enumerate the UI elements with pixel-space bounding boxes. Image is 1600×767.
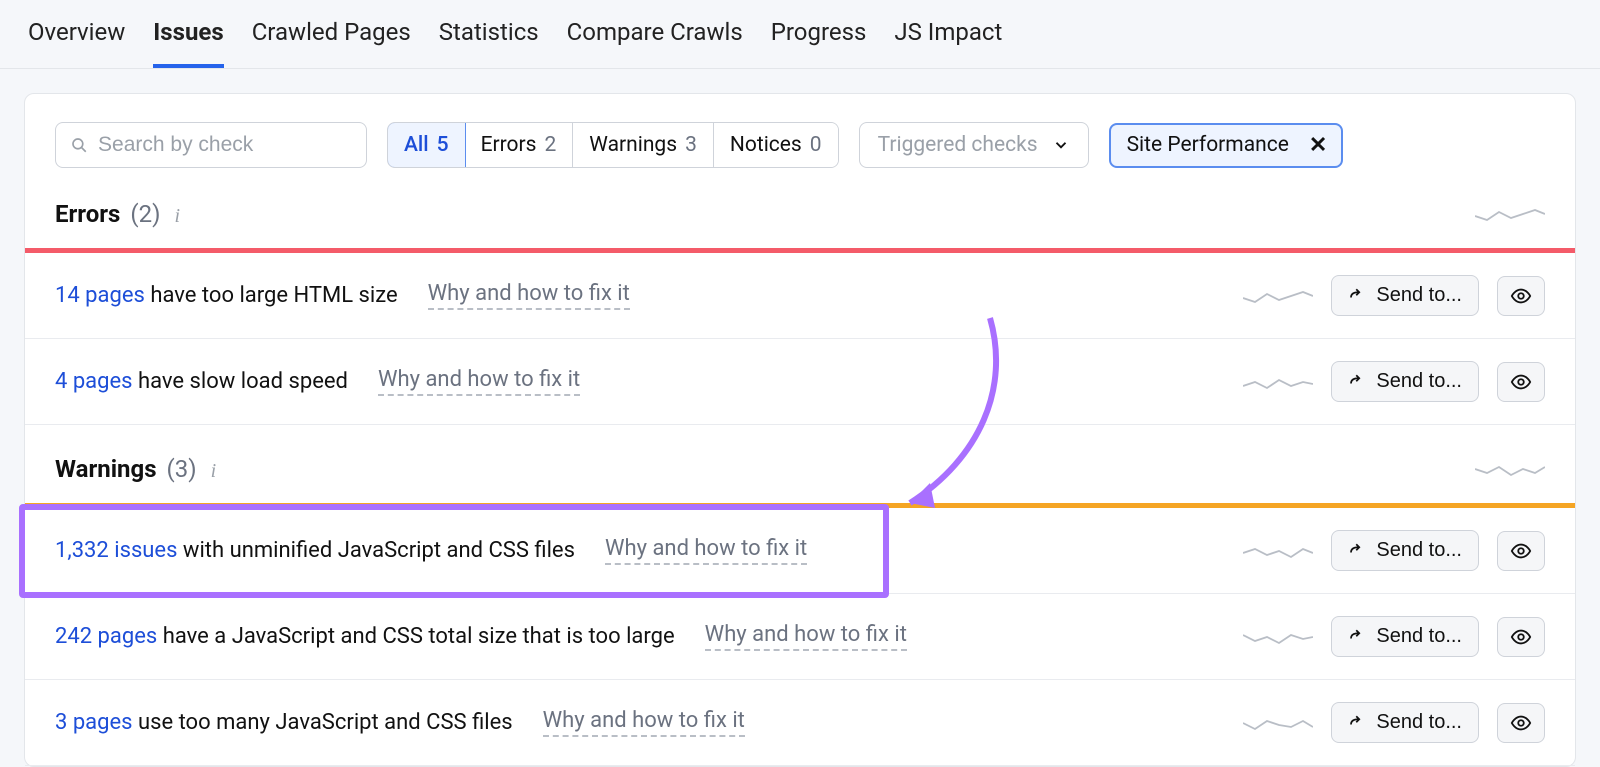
filter-notices[interactable]: Notices 0 [714, 123, 838, 167]
search-input[interactable] [98, 133, 352, 157]
errors-section-header: Errors (2) i [25, 192, 1575, 248]
view-button[interactable] [1497, 703, 1545, 743]
issue-text: 242 pages have a JavaScript and CSS tota… [55, 624, 675, 649]
sparkline-icon [1243, 286, 1313, 306]
filter-chip-site-performance: Site Performance ✕ [1109, 123, 1344, 168]
sparkline-icon [1243, 372, 1313, 392]
error-row: 14 pages have too large HTML size Why an… [25, 253, 1575, 339]
info-icon[interactable]: i [170, 205, 180, 228]
sparkline-icon [1243, 713, 1313, 733]
button-label: Send to... [1376, 370, 1462, 393]
button-label: Send to... [1376, 539, 1462, 562]
filter-count: 2 [544, 133, 556, 157]
send-to-button[interactable]: Send to... [1331, 530, 1479, 571]
eye-icon [1510, 285, 1532, 307]
tab-compare-crawls[interactable]: Compare Crawls [567, 18, 743, 68]
chip-label: Site Performance [1127, 133, 1289, 157]
info-icon[interactable]: i [207, 460, 217, 483]
issue-text: 1,332 issues with unminified JavaScript … [55, 538, 575, 563]
share-arrow-icon [1348, 287, 1366, 305]
issue-link[interactable]: 242 pages [55, 624, 157, 649]
fix-link[interactable]: Why and how to fix it [543, 708, 745, 737]
fix-link[interactable]: Why and how to fix it [605, 536, 807, 565]
chevron-down-icon [1052, 136, 1070, 154]
section-count: (3) [167, 455, 197, 483]
share-arrow-icon [1348, 542, 1366, 560]
send-to-button[interactable]: Send to... [1331, 702, 1479, 743]
sparkline-icon [1475, 459, 1545, 479]
button-label: Send to... [1376, 711, 1462, 734]
filter-segment: All 5 Errors 2 Warnings 3 Notices 0 [387, 122, 839, 168]
send-to-button[interactable]: Send to... [1331, 275, 1479, 316]
search-icon [70, 135, 88, 155]
eye-icon [1510, 626, 1532, 648]
sparkline-icon [1243, 541, 1313, 561]
filter-count: 3 [685, 133, 697, 157]
view-button[interactable] [1497, 617, 1545, 657]
issue-text: 14 pages have too large HTML size [55, 283, 398, 308]
send-to-button[interactable]: Send to... [1331, 616, 1479, 657]
view-button[interactable] [1497, 531, 1545, 571]
section-count: (2) [130, 200, 160, 228]
tab-progress[interactable]: Progress [771, 18, 867, 68]
fix-link[interactable]: Why and how to fix it [378, 367, 580, 396]
filter-label: Errors [481, 133, 537, 157]
tab-crawled-pages[interactable]: Crawled Pages [252, 18, 411, 68]
issue-link[interactable]: 3 pages [55, 710, 133, 735]
tabs-nav: Overview Issues Crawled Pages Statistics… [0, 0, 1600, 69]
search-box[interactable] [55, 122, 367, 168]
warning-row: 242 pages have a JavaScript and CSS tota… [25, 594, 1575, 680]
section-name: Warnings [55, 455, 157, 483]
close-icon[interactable]: ✕ [1305, 133, 1331, 158]
sparkline-icon [1475, 204, 1545, 224]
fix-link[interactable]: Why and how to fix it [428, 281, 630, 310]
issue-link[interactable]: 14 pages [55, 283, 145, 308]
tab-overview[interactable]: Overview [28, 18, 125, 68]
send-to-button[interactable]: Send to... [1331, 361, 1479, 402]
issue-link[interactable]: 4 pages [55, 369, 133, 394]
filter-count: 0 [810, 133, 822, 157]
view-button[interactable] [1497, 276, 1545, 316]
view-button[interactable] [1497, 362, 1545, 402]
tab-statistics[interactable]: Statistics [439, 18, 539, 68]
filter-warnings[interactable]: Warnings 3 [573, 123, 714, 167]
warning-row: 1,332 issues with unminified JavaScript … [25, 508, 1575, 594]
filter-label: Notices [730, 133, 802, 157]
eye-icon [1510, 371, 1532, 393]
button-label: Send to... [1376, 284, 1462, 307]
issue-link[interactable]: 1,332 issues [55, 538, 177, 563]
filter-count: 5 [437, 133, 449, 157]
sparkline-icon [1243, 627, 1313, 647]
button-label: Send to... [1376, 625, 1462, 648]
eye-icon [1510, 712, 1532, 734]
tab-issues[interactable]: Issues [153, 18, 223, 68]
filter-label: Warnings [589, 133, 677, 157]
filter-label: All [404, 133, 429, 157]
tab-js-impact[interactable]: JS Impact [894, 18, 1002, 68]
dropdown-label: Triggered checks [878, 133, 1038, 157]
triggered-checks-dropdown[interactable]: Triggered checks [859, 122, 1089, 168]
eye-icon [1510, 540, 1532, 562]
warnings-section-header: Warnings (3) i [25, 425, 1575, 503]
error-row: 4 pages have slow load speed Why and how… [25, 339, 1575, 425]
issues-card: All 5 Errors 2 Warnings 3 Notices 0 Trig… [24, 93, 1576, 767]
filter-errors[interactable]: Errors 2 [465, 123, 574, 167]
filter-all[interactable]: All 5 [387, 122, 466, 168]
issue-text: 3 pages use too many JavaScript and CSS … [55, 710, 513, 735]
share-arrow-icon [1348, 714, 1366, 732]
section-name: Errors [55, 200, 120, 228]
issue-text: 4 pages have slow load speed [55, 369, 348, 394]
share-arrow-icon [1348, 373, 1366, 391]
toolbar: All 5 Errors 2 Warnings 3 Notices 0 Trig… [25, 94, 1575, 192]
warning-row: 3 pages use too many JavaScript and CSS … [25, 680, 1575, 766]
share-arrow-icon [1348, 628, 1366, 646]
fix-link[interactable]: Why and how to fix it [705, 622, 907, 651]
